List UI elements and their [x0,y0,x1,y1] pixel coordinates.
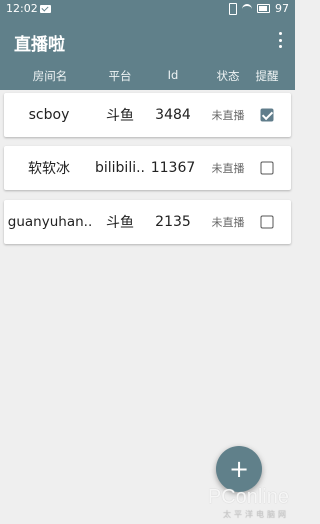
remind-checkbox[interactable] [260,108,274,122]
room-name: 软软冰 [28,161,70,177]
room-state: 未直播 [211,162,245,175]
status-time: 12:02 [6,2,38,15]
room-id: 11367 [150,160,196,176]
watermark-logo: PConline 太平洋电脑网 [208,486,289,520]
mail-icon [40,5,51,13]
col-id: Id [167,68,179,82]
col-room: 房间名 [32,69,68,83]
battery-level: 97 [275,2,289,15]
room-platform: bilibili.. [94,160,146,176]
column-headers: 房间名 平台 Id 状态 提醒 [0,68,295,84]
room-name: guanyuhan.. [7,214,93,230]
room-state: 未直播 [211,216,245,229]
add-icon: + [228,455,250,483]
app-bar: 12:02 97 直播啦 房间名 平台 Id 状态 提醒 [0,0,295,90]
more-vert-icon[interactable] [277,32,283,48]
watermark-sub: 太平洋电脑网 [223,510,289,519]
status-right-icons: 97 [229,2,289,15]
room-name: scboy [28,107,70,123]
room-id: 2135 [155,214,191,230]
page-title: 直播啦 [14,35,65,55]
col-remind: 提醒 [255,69,279,83]
room-state: 未直播 [211,109,245,122]
vibrate-icon [229,2,237,15]
room-row[interactable]: scboy 斗鱼 3484 未直播 [4,93,291,137]
room-id: 3484 [155,107,191,123]
room-row[interactable]: 软软冰 bilibili.. 11367 未直播 [4,146,291,190]
col-platform: 平台 [108,69,132,83]
status-bar: 12:02 97 [0,0,295,18]
col-state: 状态 [216,69,240,83]
room-row[interactable]: guanyuhan.. 斗鱼 2135 未直播 [4,200,291,244]
remind-checkbox[interactable] [260,215,274,229]
battery-icon [257,4,270,13]
wifi-icon [242,3,252,14]
remind-checkbox[interactable] [260,161,274,175]
watermark-brand: PConline [207,486,289,508]
room-platform: 斗鱼 [106,108,134,124]
room-platform: 斗鱼 [106,215,134,231]
